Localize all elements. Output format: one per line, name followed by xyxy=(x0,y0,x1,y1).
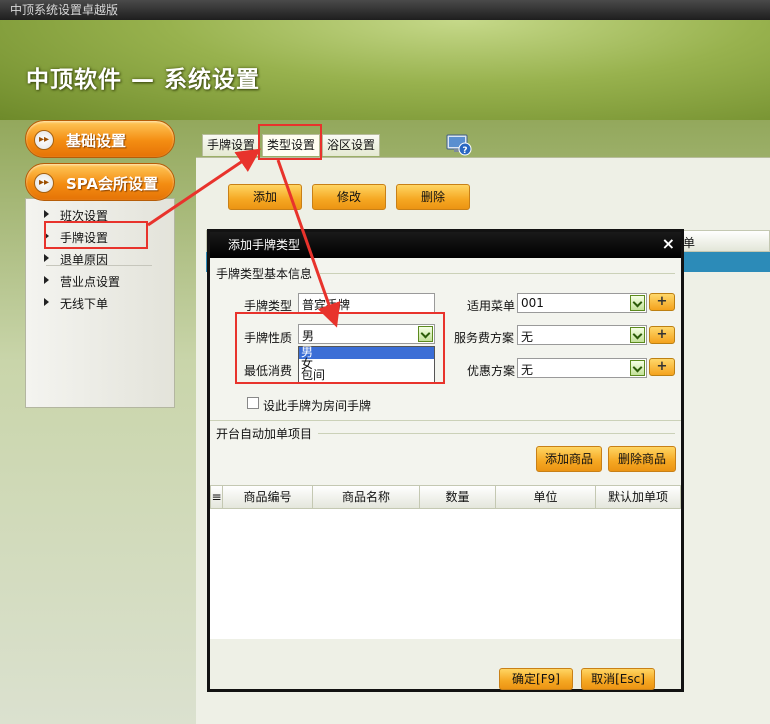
grid-column-header: 单 xyxy=(683,236,696,250)
add-button[interactable]: 添加 xyxy=(228,184,302,210)
add-service-fee-button[interactable]: + xyxy=(649,326,675,344)
tab-bath-area-settings[interactable]: 浴区设置 xyxy=(322,134,381,156)
add-goods-button[interactable]: 添加商品 xyxy=(536,446,602,472)
basic-settings-button[interactable]: ▸▸ 基础设置 xyxy=(25,120,175,158)
menu-selected-value: 001 xyxy=(521,296,544,310)
fast-forward-icon: ▸▸ xyxy=(34,173,54,193)
delete-button[interactable]: 删除 xyxy=(396,184,470,210)
add-menu-button[interactable]: + xyxy=(649,293,675,311)
grid-column-header: 商品名称 xyxy=(313,486,420,508)
room-wristband-label: 设此手牌为房间手牌 xyxy=(263,399,372,413)
app-header: 中顶软件 — 系统设置 xyxy=(0,20,770,120)
section-divider xyxy=(318,433,675,434)
annotation-box-tab xyxy=(258,124,322,160)
edit-button[interactable]: 修改 xyxy=(312,184,386,210)
discount-selected-value: 无 xyxy=(521,363,534,377)
service-fee-select[interactable]: 无 xyxy=(517,325,647,345)
service-fee-label: 服务费方案 xyxy=(454,331,515,345)
spa-settings-button[interactable]: ▸▸ SPA会所设置 xyxy=(25,163,175,201)
svg-text:?: ? xyxy=(462,146,467,156)
menu-label: 适用菜单 xyxy=(467,299,516,313)
arrow-right-icon xyxy=(44,254,49,262)
sidebar-item-label: 营业点设置 xyxy=(60,275,121,289)
annotation-box-nature xyxy=(235,312,445,384)
chevron-down-icon[interactable] xyxy=(630,295,645,311)
grid-column-header: 数量 xyxy=(420,486,496,508)
ok-button[interactable]: 确定[F9] xyxy=(499,668,573,690)
sidebar-item-label: 无线下单 xyxy=(60,297,109,311)
arrow-right-icon xyxy=(44,298,49,306)
goods-grid-header: ≡ 商品编号 商品名称 数量 单位 默认加单项 xyxy=(210,485,681,509)
arrow-right-icon xyxy=(44,276,49,284)
menu-select[interactable]: 001 xyxy=(517,293,647,313)
arrow-right-icon xyxy=(44,210,49,218)
discount-select[interactable]: 无 xyxy=(517,358,647,378)
type-input[interactable]: 普宾手牌 xyxy=(298,293,435,313)
add-type-dialog: 添加手牌类型 × 手牌类型基本信息 手牌类型 普宾手牌 手牌性质 男 男 女 包… xyxy=(207,229,684,692)
chevron-down-icon[interactable] xyxy=(630,360,645,376)
button-label: 基础设置 xyxy=(66,132,127,150)
annotation-box-sidebar xyxy=(44,221,148,249)
sidebar-divider xyxy=(46,265,152,266)
basic-info-section-title: 手牌类型基本信息 xyxy=(216,267,313,281)
chevron-down-icon[interactable] xyxy=(630,327,645,343)
goods-grid-body[interactable] xyxy=(210,509,681,639)
sidebar-item-wireless-order[interactable]: 无线下单 xyxy=(44,295,109,312)
fast-forward-icon: ▸▸ xyxy=(34,130,54,150)
grid-column-header: 单位 xyxy=(496,486,596,508)
dialog-title-bar: 添加手牌类型 × xyxy=(210,232,681,258)
grid-column-header: 默认加单项 xyxy=(607,490,668,504)
close-icon[interactable]: × xyxy=(662,235,675,253)
section-divider xyxy=(210,420,681,421)
sidebar: 班次设置 手牌设置 退单原因 营业点设置 无线下单 ▸▸ 基础设置 ▸▸ SPA… xyxy=(25,120,175,408)
cancel-button[interactable]: 取消[Esc] xyxy=(581,668,655,690)
delete-goods-button[interactable]: 删除商品 xyxy=(608,446,676,472)
discount-label: 优惠方案 xyxy=(467,364,516,378)
add-discount-button[interactable]: + xyxy=(649,358,675,376)
button-label: SPA会所设置 xyxy=(66,175,159,193)
auto-add-section-title: 开台自动加单项目 xyxy=(216,427,313,441)
room-wristband-checkbox[interactable] xyxy=(247,397,259,409)
window-title: 中顶系统设置卓越版 xyxy=(0,0,770,20)
grid-column-header: ≡ xyxy=(211,486,223,508)
dialog-footer: 确定[F9] 取消[Esc] xyxy=(210,639,681,690)
dialog-title: 添加手牌类型 xyxy=(228,238,301,252)
section-divider xyxy=(320,273,675,274)
service-fee-selected-value: 无 xyxy=(521,330,534,344)
grid-column-header: 商品编号 xyxy=(223,486,313,508)
help-monitor-icon[interactable]: ? xyxy=(446,134,472,156)
page-title: 中顶软件 — 系统设置 xyxy=(26,67,261,93)
sidebar-item-outlet[interactable]: 营业点设置 xyxy=(44,273,121,290)
tab-wristband-settings[interactable]: 手牌设置 xyxy=(202,134,261,156)
